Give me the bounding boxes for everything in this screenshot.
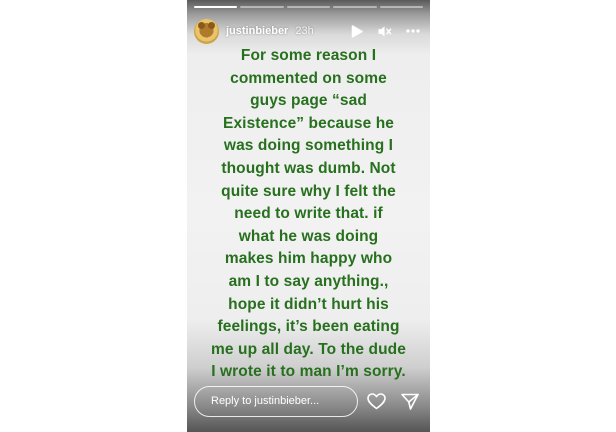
- caption-line: hope it didn’t hurt his: [228, 295, 389, 313]
- progress-segment: [240, 6, 284, 8]
- footer-actions: [366, 391, 421, 411]
- caption-line: thought was dumb. Not: [221, 159, 396, 177]
- caption-line: feelings, it’s been eating: [217, 318, 400, 336]
- send-icon[interactable]: [400, 391, 420, 411]
- post-time: 23h: [295, 25, 314, 37]
- story-viewer: justinbieber 23h For some reason I comme…: [187, 0, 430, 432]
- play-icon[interactable]: [350, 24, 364, 38]
- progress-segment: [379, 6, 424, 8]
- story-header: justinbieber 23h: [194, 17, 420, 45]
- progress-segment: [286, 6, 331, 8]
- story-caption: For some reason I commented on some guys…: [193, 45, 424, 384]
- heart-icon[interactable]: [366, 391, 386, 411]
- progress-segment: [333, 6, 377, 8]
- caption-line: need to write that. if: [234, 205, 383, 223]
- reply-input[interactable]: Reply to justinbieber...: [194, 385, 358, 417]
- progress-segment: [194, 6, 238, 8]
- story-footer: Reply to justinbieber...: [194, 385, 421, 417]
- more-icon[interactable]: [406, 24, 420, 38]
- caption-line: Existence” because he: [223, 114, 394, 132]
- caption-line: am I to say anything.,: [228, 272, 389, 290]
- caption-line: guys page “sad: [250, 92, 367, 110]
- caption-line: For some reason I: [240, 47, 377, 64]
- caption-line: what he was doing: [238, 227, 379, 245]
- caption-line: was doing something I: [223, 137, 394, 155]
- caption-line: I wrote it to man I’m sorry.: [211, 363, 406, 381]
- story-progress-bar: [194, 6, 424, 8]
- avatar[interactable]: [194, 18, 219, 44]
- caption-line: makes him happy who: [224, 250, 393, 268]
- caption-line: me up all day. To the dude: [211, 340, 406, 358]
- caption-line: quite sure why I felt the: [221, 182, 396, 200]
- caption-line: commented on some: [230, 69, 387, 87]
- story-controls: [350, 24, 420, 38]
- mute-icon[interactable]: [378, 24, 392, 38]
- username[interactable]: justinbieber: [226, 25, 288, 37]
